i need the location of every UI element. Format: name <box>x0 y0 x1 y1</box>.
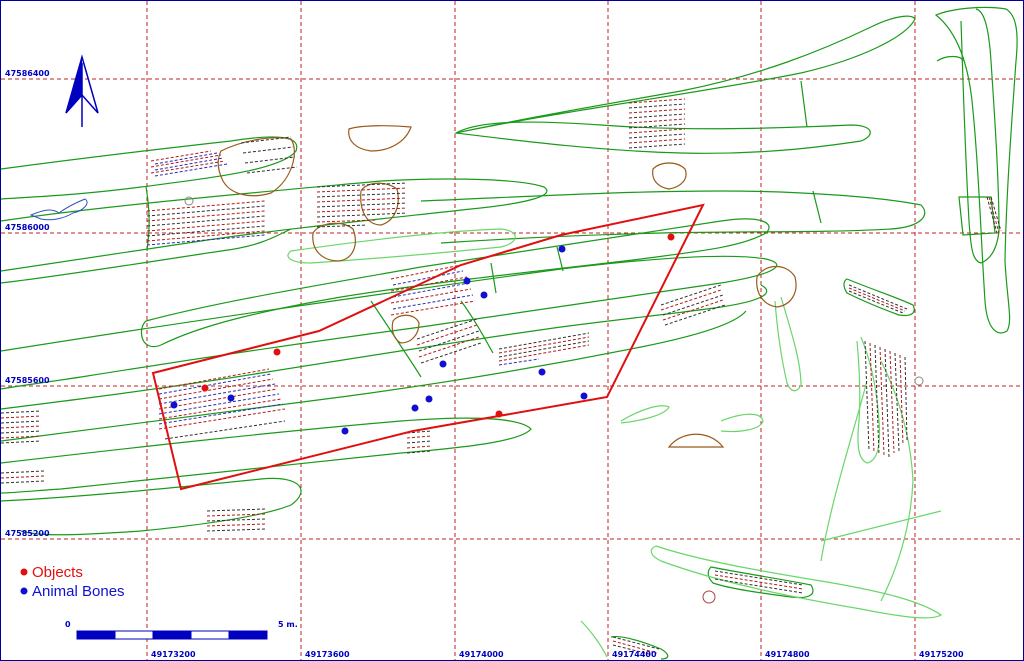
trench-outline <box>1 417 532 494</box>
trench-outline <box>958 196 996 236</box>
trench-outline <box>1 255 778 390</box>
trench-outline <box>454 121 871 154</box>
animal-bones-marker-icon <box>20 587 28 595</box>
animal-bone-point[interactable] <box>411 404 419 412</box>
light-trench-outline <box>774 296 802 392</box>
light-trench-outline <box>580 620 608 658</box>
trench-outline <box>800 80 808 128</box>
object-point[interactable] <box>273 348 281 356</box>
coordinate-labels: 49173200 49173600 49174000 49174400 4917… <box>5 69 964 659</box>
trench-outline <box>812 190 822 224</box>
pit-feature <box>756 265 797 308</box>
pit-feature <box>217 137 295 197</box>
trench-outline <box>1 477 302 536</box>
pit-feature <box>312 222 356 262</box>
x-coordinate-label: 49174800 <box>765 650 810 659</box>
animal-bone-point[interactable] <box>170 401 178 409</box>
y-coordinate-label: 47585600 <box>5 376 50 385</box>
scale-start-label: 0 <box>65 620 71 629</box>
trench-outline <box>1 136 298 200</box>
animal-bone-point[interactable] <box>463 277 471 285</box>
object-point[interactable] <box>495 410 503 418</box>
animal-bone-point[interactable] <box>558 245 566 253</box>
hatched-section <box>406 430 432 454</box>
light-trench-outline <box>820 510 942 542</box>
coordinate-grid <box>1 1 1023 660</box>
animal-bone-point[interactable] <box>227 394 235 402</box>
light-trench-outline <box>856 336 881 464</box>
light-trench-outline <box>720 413 764 433</box>
animal-bone-point[interactable] <box>580 392 588 400</box>
legend-animal-bones-label: Animal Bones <box>32 583 125 600</box>
hatched-section <box>316 182 408 228</box>
x-coordinate-label: 49174000 <box>459 650 504 659</box>
legend-item-animal-bones[interactable]: Animal Bones <box>20 583 125 600</box>
map-canvas[interactable]: 49173200 49173600 49174000 49174400 4917… <box>0 0 1024 661</box>
pit-feature <box>348 125 412 152</box>
minor-feature <box>29 198 88 221</box>
light-trench-outline <box>820 380 868 562</box>
animal-bone-point[interactable] <box>480 291 488 299</box>
animal-bone-point[interactable] <box>439 360 447 368</box>
map-svg: 49173200 49173600 49174000 49174400 4917… <box>1 1 1023 660</box>
scale-end-label: 5 m. <box>278 620 298 629</box>
pit-feature <box>652 162 687 190</box>
pit-features <box>217 125 797 448</box>
trench-outline <box>960 8 1000 264</box>
trench-outline <box>1 228 292 284</box>
light-trench-outline <box>620 405 670 424</box>
y-coordinate-label: 47586000 <box>5 223 50 232</box>
x-coordinate-label: 49173600 <box>305 650 350 659</box>
scale-bar: 0 5 m. <box>65 620 298 640</box>
light-trench-outline <box>880 360 914 602</box>
legend-item-objects[interactable]: Objects <box>20 564 83 581</box>
trench-outline <box>455 15 916 134</box>
y-coordinate-label: 47585200 <box>5 529 50 538</box>
minor-feature <box>702 590 716 604</box>
map-legend[interactable]: Objects Animal Bones <box>20 564 125 600</box>
object-point[interactable] <box>667 233 675 241</box>
hatched-section <box>150 136 298 177</box>
trench-outline <box>1 284 768 410</box>
x-coordinate-label: 49174400 <box>612 650 657 659</box>
hatched-sections <box>1 98 1002 656</box>
hatched-section <box>660 284 726 326</box>
hatched-section <box>146 200 266 246</box>
y-coordinate-label: 47586400 <box>5 69 50 78</box>
hatched-section <box>206 508 266 532</box>
north-arrow-icon <box>65 54 99 127</box>
animal-bone-point[interactable] <box>538 368 546 376</box>
hatched-section <box>864 340 908 458</box>
objects-marker-icon <box>20 568 28 576</box>
object-point[interactable] <box>201 384 209 392</box>
trench-outline <box>460 300 494 354</box>
minor-feature <box>184 196 194 206</box>
x-coordinate-label: 49175200 <box>919 650 964 659</box>
trench-outline <box>936 55 964 62</box>
animal-bone-point[interactable] <box>425 395 433 403</box>
hatched-section <box>1 410 46 484</box>
pit-feature <box>667 433 725 448</box>
minor-feature <box>914 376 924 386</box>
trench-outlines <box>1 6 1018 660</box>
hatched-section <box>628 98 686 149</box>
animal-bone-point[interactable] <box>341 427 349 435</box>
x-coordinate-label: 49173200 <box>151 650 196 659</box>
legend-objects-label: Objects <box>32 564 83 581</box>
